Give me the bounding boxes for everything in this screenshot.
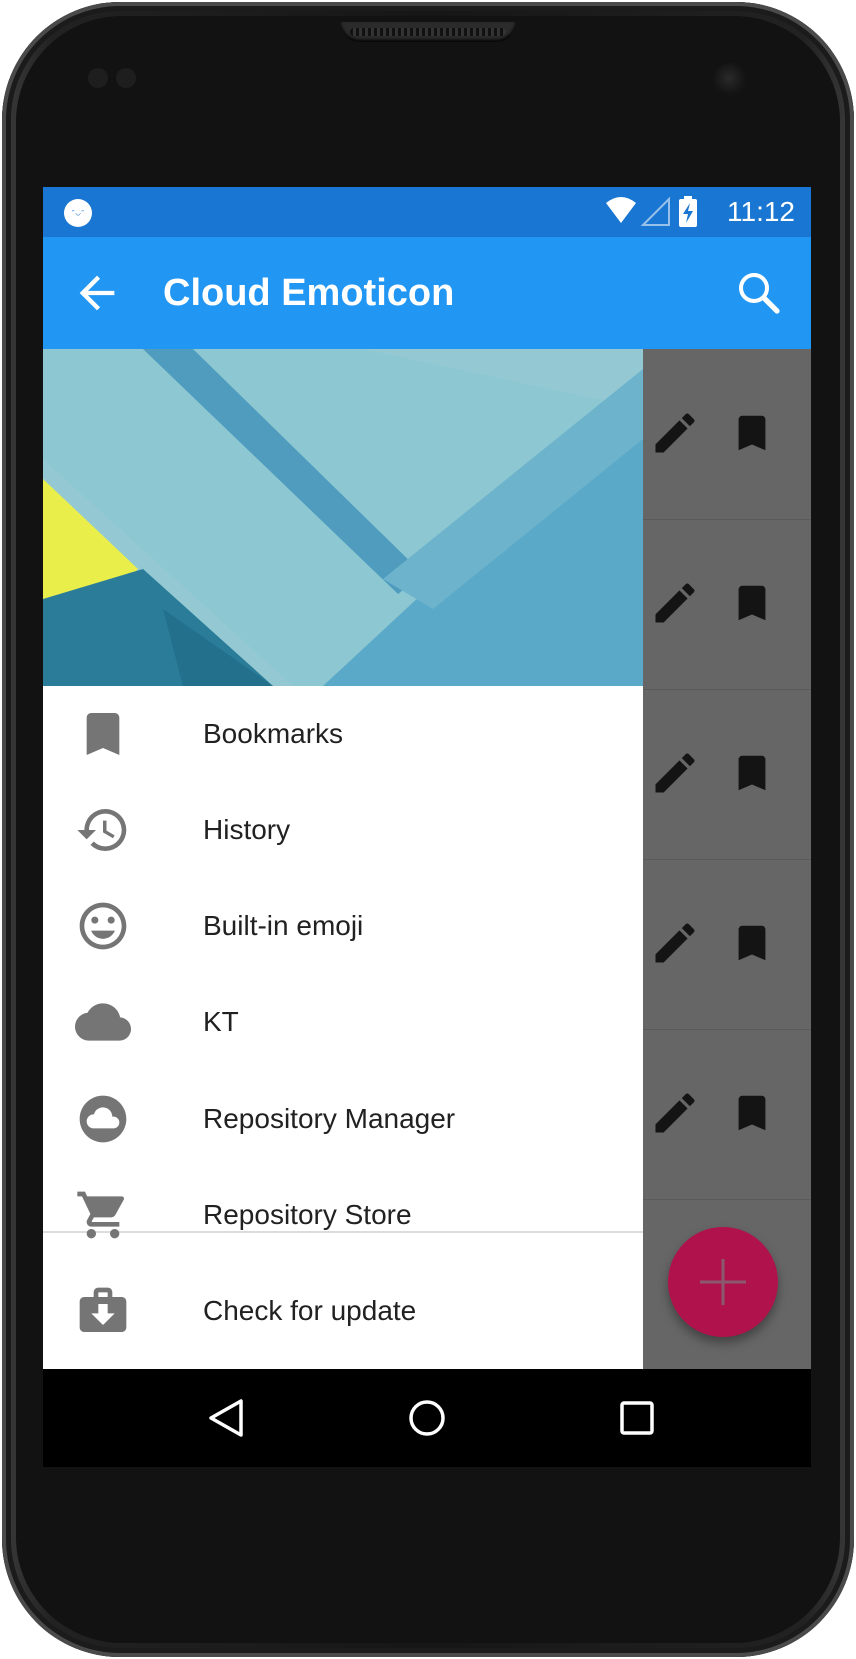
drawer-item-built-in-emoji[interactable]: Built-in emoji — [43, 878, 643, 974]
drawer-item-label: Bookmarks — [203, 718, 344, 749]
light-sensor — [116, 68, 136, 88]
system-update-icon — [79, 1287, 127, 1332]
cloud-circle-icon — [79, 1095, 127, 1143]
shopping-cart-icon — [77, 1191, 125, 1239]
drawer-item-label: Repository Store — [203, 1199, 412, 1230]
bookmark-icon — [86, 713, 120, 755]
app-notification-icon: ᵔ◡ᵔ — [64, 199, 92, 227]
drawer-header-image — [43, 349, 643, 686]
status-time: 11:12 — [727, 196, 795, 227]
search-icon[interactable] — [735, 269, 783, 317]
front-camera — [713, 62, 749, 98]
drawer-item-repository-manager[interactable]: Repository Manager — [43, 1071, 643, 1167]
add-fab-button[interactable] — [668, 1227, 778, 1337]
earpiece-speaker — [340, 22, 516, 42]
app-bar: Cloud Emoticon — [43, 237, 811, 349]
drawer-item-history[interactable]: History — [43, 782, 643, 878]
drawer-item-check-for-update[interactable]: Check for update — [43, 1263, 643, 1359]
arrow-back-icon[interactable] — [71, 267, 123, 319]
home-nav-icon[interactable] — [404, 1395, 450, 1441]
drawer-item-label: Repository Manager — [203, 1103, 456, 1134]
app-title: Cloud Emoticon — [163, 272, 455, 314]
status-icons — [606, 196, 697, 227]
proximity-sensor — [88, 68, 108, 88]
drawer-item-bookmarks[interactable]: Bookmarks — [43, 686, 643, 782]
drawer-item-label: Built-in emoji — [203, 910, 364, 941]
recents-nav-icon[interactable] — [614, 1395, 660, 1441]
cloud-icon — [75, 1003, 131, 1041]
add-icon — [700, 1259, 746, 1305]
screen: ᵔ◡ᵔ 11:12 Cloud Emoticon Bookmarks Histo… — [43, 187, 811, 1467]
back-nav-icon[interactable] — [203, 1395, 249, 1441]
system-navigation-bar — [43, 1369, 811, 1467]
drawer-item-repository-store[interactable]: Repository Store — [43, 1167, 643, 1263]
drawer-item-kt[interactable]: KT — [43, 974, 643, 1070]
history-icon — [77, 809, 127, 851]
wifi-icon — [606, 197, 636, 223]
drawer-item-label: Check for update — [203, 1295, 417, 1326]
battery-charging-icon — [679, 196, 697, 227]
emoji-icon — [79, 902, 127, 950]
cell-signal-icon — [640, 196, 670, 226]
drawer-item-label: History — [203, 814, 291, 845]
navigation-drawer: Bookmarks History Built-in emoji KT Repo… — [43, 349, 643, 1369]
status-bar: ᵔ◡ᵔ 11:12 — [43, 187, 811, 237]
drawer-item-label: KT — [203, 1006, 239, 1037]
